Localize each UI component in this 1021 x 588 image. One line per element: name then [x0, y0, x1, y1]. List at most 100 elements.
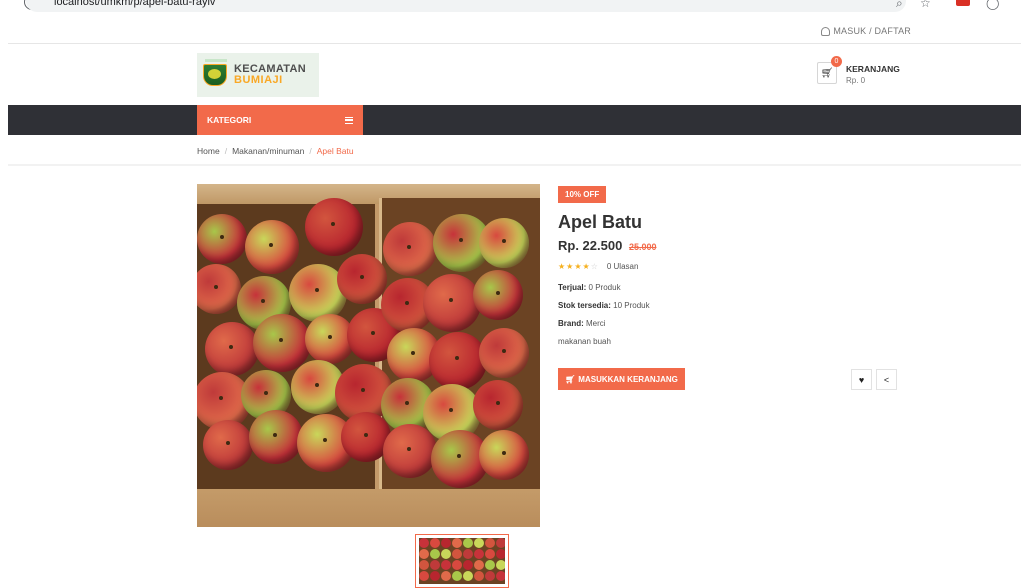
apple	[473, 380, 523, 430]
sold-label: Terjual:	[558, 283, 587, 292]
cart-icon: 🛒︎	[565, 374, 576, 384]
product-thumbnail-image	[419, 538, 505, 584]
apple	[452, 549, 462, 559]
apple	[253, 314, 311, 372]
apple	[463, 538, 473, 548]
discount-badge: 10% OFF	[558, 186, 607, 203]
site-logo[interactable]: KECAMATAN BUMIAJI	[197, 53, 319, 97]
bookmark-star-icon[interactable]: ☆	[920, 0, 931, 10]
regency-emblem-icon	[203, 64, 227, 86]
login-register-link[interactable]: MASUK / DAFTAR	[821, 26, 911, 36]
breadcrumb: Home / Makanan/minuman / Apel Batu	[197, 146, 354, 156]
apple	[197, 214, 247, 264]
apple	[430, 549, 440, 559]
apple	[474, 571, 484, 581]
cart-title[interactable]: KERANJANG	[846, 64, 900, 74]
current-price: Rp. 22.500	[558, 238, 623, 253]
brand-info: Brand: Merci	[558, 319, 606, 328]
apple	[479, 430, 529, 480]
apple	[441, 538, 451, 548]
profile-icon[interactable]: ◯	[986, 0, 999, 10]
star-filled-icon: ★	[574, 262, 582, 271]
apple	[429, 332, 487, 390]
apple	[441, 549, 451, 559]
add-to-cart-button[interactable]: 🛒︎ MASUKKAN KERANJANG	[558, 368, 685, 390]
apple	[485, 560, 495, 570]
apple	[474, 560, 484, 570]
product-main-image[interactable]	[197, 184, 540, 527]
star-filled-icon: ★	[582, 262, 590, 271]
user-icon	[821, 26, 831, 36]
logo-text-line2: BUMIAJI	[234, 74, 283, 86]
brand-label: Brand:	[558, 319, 584, 328]
zoom-icon[interactable]: ⌕	[896, 0, 903, 11]
apple	[474, 538, 484, 548]
hamburger-menu-icon	[345, 116, 353, 124]
logo-emblem-banner	[205, 59, 227, 62]
product-thumbnail[interactable]	[415, 534, 509, 588]
apple	[419, 549, 429, 559]
apple	[430, 560, 440, 570]
apple	[496, 549, 505, 559]
apple	[419, 571, 429, 581]
apple	[383, 222, 437, 276]
breadcrumb-home[interactable]: Home	[197, 146, 220, 156]
apple	[463, 560, 473, 570]
apple	[452, 571, 462, 581]
cart-count-badge: 0	[831, 56, 842, 67]
divider	[8, 164, 1021, 166]
brand-value: Merci	[586, 319, 606, 328]
apple	[383, 424, 437, 478]
apple	[496, 560, 505, 570]
sold-value: 0 Produk	[588, 283, 621, 292]
product-price: Rp. 22.500 25.000	[558, 238, 656, 253]
product-title: Apel Batu	[558, 212, 643, 232]
apple	[245, 220, 299, 274]
star-filled-icon: ★	[558, 262, 566, 271]
main-navbar: KATEGORI	[8, 105, 1021, 135]
apple	[474, 549, 484, 559]
apple	[479, 328, 529, 378]
extension-icon[interactable]	[956, 0, 970, 6]
product-rating: ★ ★ ★ ★ ☆ 0 Ulasan	[558, 262, 638, 271]
star-filled-icon: ★	[566, 262, 574, 271]
header-cart[interactable]: 🛒︎ 0 KERANJANG Rp. 0	[817, 56, 900, 85]
category-menu-label: KATEGORI	[207, 115, 252, 125]
apple	[473, 270, 523, 320]
reviews-count[interactable]: 0 Ulasan	[607, 262, 639, 271]
heart-icon: ♥	[858, 374, 865, 385]
star-empty-icon: ☆	[590, 262, 598, 271]
apple	[496, 571, 505, 581]
apple	[485, 571, 495, 581]
old-price: 25.000	[628, 242, 657, 252]
breadcrumb-separator: /	[309, 146, 312, 156]
cart-icon[interactable]: 🛒︎ 0	[817, 56, 842, 84]
apple	[419, 538, 429, 548]
apple	[337, 254, 387, 304]
apple	[430, 571, 440, 581]
address-bar-url: localhost/umkm/p/apel-batu-rayiv	[54, 0, 216, 8]
stock-available: Stok tersedia: 10 Produk	[558, 301, 650, 310]
apple	[485, 538, 495, 548]
share-button[interactable]: <	[876, 369, 897, 390]
browser-toolbar: localhost/umkm/p/apel-batu-rayiv ⌕ ☆ ◯	[0, 0, 1021, 14]
apple	[441, 571, 451, 581]
apple	[496, 538, 505, 548]
stock-label: Stok tersedia:	[558, 301, 611, 310]
apple	[419, 560, 429, 570]
apple	[485, 549, 495, 559]
apple	[203, 420, 253, 470]
sold-count: Terjual: 0 Produk	[558, 283, 621, 292]
apple	[479, 218, 529, 268]
login-register-label: MASUK / DAFTAR	[833, 26, 911, 36]
category-menu-button[interactable]: KATEGORI	[197, 105, 363, 135]
apple	[441, 560, 451, 570]
apple	[305, 198, 363, 256]
share-icon: <	[883, 374, 890, 385]
wishlist-button[interactable]: ♥	[851, 369, 872, 390]
box-bottom	[197, 489, 540, 527]
apple	[452, 560, 462, 570]
apple	[463, 549, 473, 559]
apple	[430, 538, 440, 548]
breadcrumb-category[interactable]: Makanan/minuman	[232, 146, 304, 156]
